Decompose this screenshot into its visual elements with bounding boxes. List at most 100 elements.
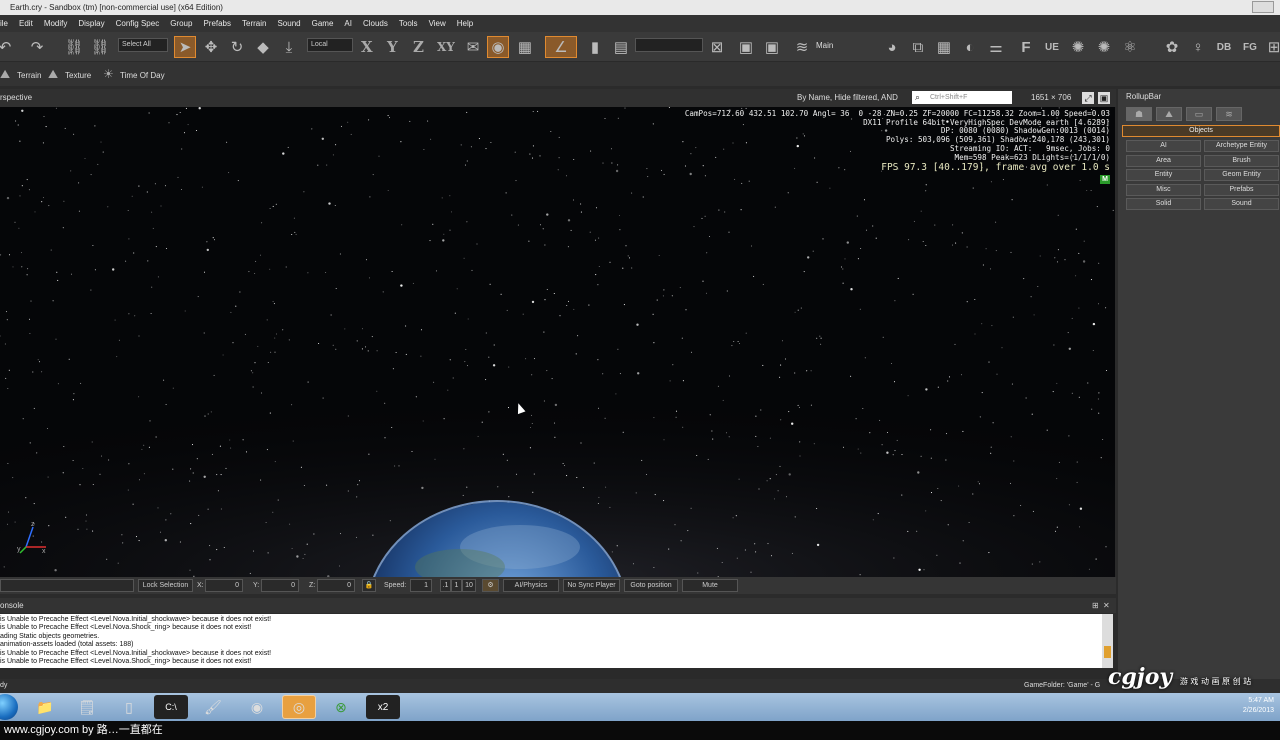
speed-option-0[interactable]: .1 xyxy=(440,579,451,592)
menu-item-clouds[interactable]: Clouds xyxy=(363,15,388,32)
ui-editor-icon[interactable]: UE xyxy=(1041,36,1063,58)
viewport-name[interactable]: rspective xyxy=(0,89,32,107)
window-close-button[interactable] xyxy=(1252,1,1274,13)
rollup-tab-layers-icon[interactable]: ≋ xyxy=(1216,107,1242,121)
link-icon[interactable]: ⛓ xyxy=(63,36,85,58)
menu-item-sound[interactable]: Sound xyxy=(277,15,300,32)
extra-tool-icon[interactable]: ⊞ xyxy=(1263,36,1280,58)
database-icon[interactable]: ▦ xyxy=(933,36,955,58)
menu-item-prefabs[interactable]: Prefabs xyxy=(203,15,231,32)
menu-item-tools[interactable]: Tools xyxy=(399,15,418,32)
goto-position-button[interactable]: Goto position xyxy=(624,579,678,592)
menu-item-ile[interactable]: ile xyxy=(0,15,8,32)
speed-option-2[interactable]: 10 xyxy=(462,579,476,592)
notes-taskbar-icon[interactable]: 🗒 xyxy=(70,695,104,719)
rollup-button-prefabs[interactable]: Prefabs xyxy=(1204,183,1279,196)
rollup-button-entity[interactable]: Entity xyxy=(1126,169,1201,182)
scale-icon[interactable]: ◆ xyxy=(252,36,274,58)
lighting-icon[interactable]: ◐ xyxy=(959,36,981,58)
viewport-maximize-icon[interactable]: ▣ xyxy=(1098,92,1110,104)
file-taskbar-icon[interactable]: ▯ xyxy=(112,695,146,719)
ai-physics-button[interactable]: AI/Physics xyxy=(503,579,559,592)
cmd-taskbar-icon[interactable]: C:\ xyxy=(154,695,188,719)
lock-selection-button[interactable]: Lock Selection xyxy=(138,579,193,592)
camera-load-icon[interactable]: ▣ xyxy=(761,36,783,58)
rollup-tab-objects-icon[interactable]: ☗ xyxy=(1126,107,1152,121)
viewport-filter-label[interactable]: By Name, Hide filtered, AND xyxy=(797,89,898,107)
select-arrow-icon[interactable]: ➤ xyxy=(174,36,196,58)
viewport-search-input[interactable]: ⌕ Ctrl+Shift+F xyxy=(912,91,1012,104)
z-coordinate-input[interactable]: 0 xyxy=(317,579,355,592)
mute-button[interactable]: Mute xyxy=(682,579,738,592)
current-layer-label[interactable]: Main xyxy=(816,41,833,50)
particle-2-icon[interactable]: ✺ xyxy=(1093,36,1115,58)
menu-item-game[interactable]: Game xyxy=(312,15,334,32)
undo-icon[interactable]: ↶ xyxy=(0,36,16,58)
menu-item-config-spec[interactable]: Config Spec xyxy=(116,15,160,32)
rollup-button-archetype-entity[interactable]: Archetype Entity xyxy=(1204,140,1279,152)
menu-item-terrain[interactable]: Terrain xyxy=(242,15,266,32)
redo-icon[interactable]: ↷ xyxy=(26,36,48,58)
console-pin-icon[interactable]: ⊞ xyxy=(1092,598,1099,613)
sandbox-taskbar-icon[interactable]: ◎ xyxy=(282,695,316,719)
paint-taskbar-icon[interactable]: 🖌 xyxy=(196,695,230,719)
mannequin-icon[interactable]: ⚌ xyxy=(985,36,1007,58)
rollup-button-area[interactable]: Area xyxy=(1126,154,1201,167)
console-close-icon[interactable]: ✕ xyxy=(1103,598,1110,613)
explorer-taskbar-icon[interactable]: 📁 xyxy=(28,695,62,719)
viewport-options-icon[interactable]: ⤢ xyxy=(1082,92,1094,104)
snap-grid-icon[interactable]: ◉ xyxy=(487,36,509,58)
console-scrollbar[interactable] xyxy=(1102,614,1113,668)
coord-system-dropdown[interactable]: Local xyxy=(307,38,353,52)
x-coordinate-input[interactable]: 0 xyxy=(205,579,243,592)
rollup-button-solid[interactable]: Solid xyxy=(1126,198,1201,211)
terrain-button[interactable]: ⛰ Terrain xyxy=(0,66,41,82)
ruler-icon[interactable]: ▮ xyxy=(584,36,606,58)
atom-icon[interactable]: ⚛ xyxy=(1119,36,1141,58)
move-icon[interactable]: ✥ xyxy=(200,36,222,58)
axis-xy-button[interactable]: XY xyxy=(437,40,455,54)
rollup-button-sound[interactable]: Sound xyxy=(1204,198,1279,211)
menu-item-view[interactable]: View xyxy=(429,15,446,32)
track-view-icon[interactable]: ⧉ xyxy=(907,36,929,58)
speed-input[interactable]: 1 xyxy=(410,579,432,592)
flowgraph-icon[interactable]: F xyxy=(1015,36,1037,58)
rollup-button-misc[interactable]: Misc xyxy=(1126,183,1201,196)
delete-selection-icon[interactable]: ⊠ xyxy=(706,36,728,58)
speed-option-1[interactable]: 1 xyxy=(451,579,462,592)
rollup-button-brush[interactable]: Brush xyxy=(1204,154,1279,167)
rollup-tab-display-icon[interactable]: ▭ xyxy=(1186,107,1212,121)
menu-item-edit[interactable]: Edit xyxy=(19,15,33,32)
unlink-icon[interactable]: ⛓ xyxy=(89,36,111,58)
time-of-day-button[interactable]: ☀ Time Of Day xyxy=(103,66,165,82)
perspective-viewport[interactable]: z x y CamPos=712.60 432.51 102.70 Angl= … xyxy=(0,107,1115,577)
selection-list-icon[interactable]: ▤ xyxy=(610,36,632,58)
snap-terrain-icon[interactable]: ⤓ xyxy=(278,36,300,58)
game-mode-icon[interactable]: ⚙ xyxy=(482,579,499,592)
menu-item-group[interactable]: Group xyxy=(170,15,192,32)
x2-taskbar-icon[interactable]: x2 xyxy=(366,695,400,719)
ai-icon[interactable]: ✿ xyxy=(1161,36,1183,58)
menu-item-help[interactable]: Help xyxy=(457,15,473,32)
axis-x-button[interactable]: X xyxy=(361,38,373,56)
select-mode-dropdown[interactable]: Select All xyxy=(118,38,168,52)
rollup-tab-terrain-icon[interactable]: ⛰ xyxy=(1156,107,1182,121)
material-icon[interactable]: ◕ xyxy=(881,36,903,58)
app-taskbar-icon[interactable]: ⊗ xyxy=(324,695,358,719)
start-button[interactable] xyxy=(0,694,18,720)
axis-y-button[interactable]: Y xyxy=(387,38,398,56)
rollup-button-ai[interactable]: AI xyxy=(1126,140,1201,152)
rotate-icon[interactable]: ↻ xyxy=(226,36,248,58)
angle-snap-icon[interactable]: ∠ xyxy=(545,36,577,58)
lock-icon[interactable]: 🔒 xyxy=(362,579,376,592)
particle-icon[interactable]: ✺ xyxy=(1067,36,1089,58)
fg-icon[interactable]: FG xyxy=(1239,36,1261,58)
console-scroll-thumb[interactable] xyxy=(1104,646,1111,658)
texture-button[interactable]: ⛰ Texture xyxy=(48,66,91,82)
menu-item-ai[interactable]: AI xyxy=(344,15,352,32)
chrome-taskbar-icon[interactable]: ◉ xyxy=(240,695,274,719)
character-icon[interactable]: ♀ xyxy=(1187,36,1209,58)
console-input[interactable] xyxy=(0,669,1116,679)
camera-save-icon[interactable]: ▣ xyxy=(735,36,757,58)
menu-item-modify[interactable]: Modify xyxy=(44,15,68,32)
